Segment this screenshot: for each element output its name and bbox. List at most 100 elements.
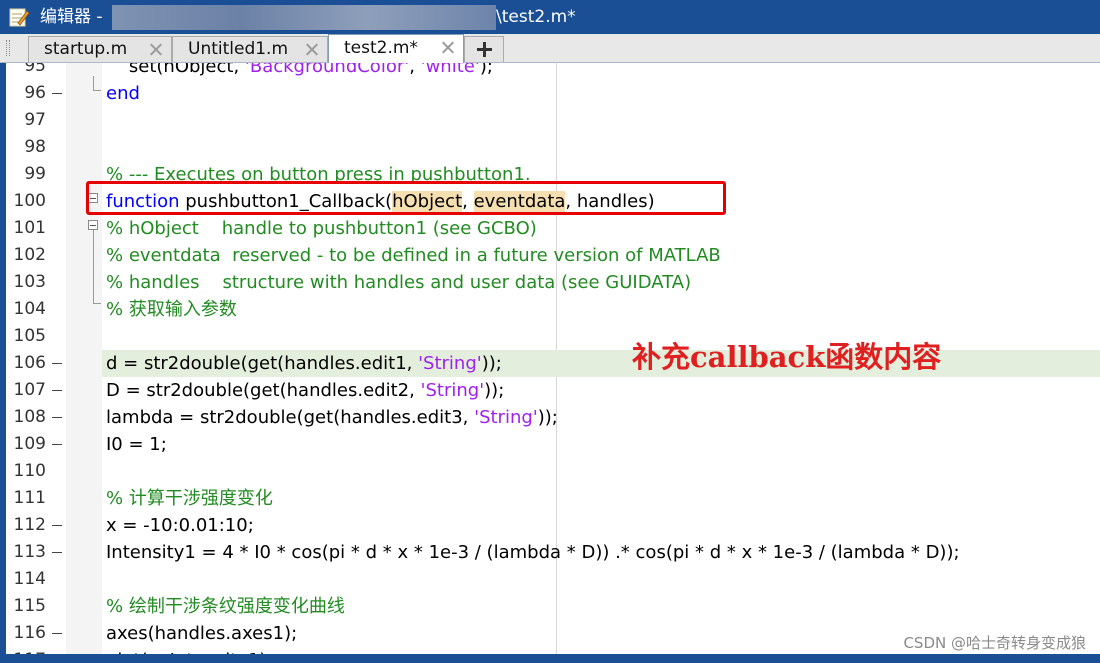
code-line[interactable]: 102 % eventdata reserved - to be defined … (0, 242, 1100, 269)
code-text[interactable]: % hObject handle to pushbutton1 (see GCB… (106, 215, 537, 242)
line-number: 101 (13, 218, 46, 238)
close-icon[interactable] (148, 42, 163, 57)
code-text[interactable]: end (106, 80, 140, 107)
code-string: 'String' (418, 353, 482, 374)
code-line[interactable]: 114 (0, 566, 1100, 593)
code-line[interactable]: 98 (0, 134, 1100, 161)
code-comment: % hObject handle to pushbutton1 (see GCB… (106, 218, 537, 239)
code-text[interactable]: % eventdata reserved - to be defined in … (106, 242, 721, 269)
code-keyword: end (106, 83, 140, 104)
code-text[interactable]: plot(x, Intensity1); (106, 647, 273, 654)
code-comment: % 获取输入参数 (106, 299, 237, 320)
line-number: 103 (13, 272, 46, 292)
editor-app-icon (9, 8, 30, 27)
code-text[interactable]: set(hObject, 'BackgroundColor', 'white')… (106, 63, 493, 80)
line-number: 107 (13, 380, 46, 400)
line-number: 100 (13, 191, 46, 211)
line-number: 98 (24, 137, 46, 157)
breakpoint-marker[interactable] (52, 363, 62, 364)
breakpoint-marker[interactable] (52, 390, 62, 391)
code-line[interactable]: 95 set(hObject, 'BackgroundColor', 'whit… (0, 63, 1100, 80)
line-number: 104 (13, 299, 46, 319)
line-number: 111 (13, 488, 46, 508)
bottom-border (0, 654, 1100, 663)
code-comment: % handles structure with handles and use… (106, 272, 692, 293)
code-line[interactable]: 112 x = -10:0.01:10; (0, 512, 1100, 539)
code-text[interactable]: % handles structure with handles and use… (106, 269, 691, 296)
code-text[interactable]: % 获取输入参数 (106, 296, 237, 323)
highlight-box (86, 181, 726, 215)
code-string: 'BackgroundColor' (244, 63, 410, 77)
code-text[interactable]: % 计算干涉强度变化 (106, 485, 273, 512)
code-token: )); (537, 407, 558, 428)
code-line[interactable]: 109 I0 = 1; (0, 431, 1100, 458)
code-line[interactable]: 111 % 计算干涉强度变化 (0, 485, 1100, 512)
code-comment: % eventdata reserved - to be defined in … (106, 245, 721, 266)
code-comment: % 绘制干涉条纹强度变化曲线 (106, 596, 345, 617)
line-number: 115 (13, 596, 46, 616)
code-token: d = str2double(get(handles.edit1, (106, 353, 419, 374)
code-line[interactable]: 107 D = str2double(get(handles.edit2, 'St… (0, 377, 1100, 404)
breakpoint-marker[interactable] (52, 633, 62, 634)
tab-label: test2.m* (344, 38, 418, 58)
breakpoint-marker[interactable] (52, 417, 62, 418)
window-file-title: \test2.m* (496, 7, 576, 27)
line-number: 109 (13, 434, 46, 454)
close-icon[interactable] (304, 42, 319, 57)
line-number: 96 (24, 83, 46, 103)
title-bar: 编辑器 - \test2.m* (0, 0, 1100, 34)
code-line[interactable]: 97 (0, 107, 1100, 134)
tab-test2[interactable]: test2.m* (328, 34, 464, 63)
breakpoint-marker[interactable] (52, 552, 62, 553)
code-text[interactable]: axes(handles.axes1); (106, 620, 297, 647)
code-token: lambda = str2double(get(handles.edit3, (106, 407, 475, 428)
code-line[interactable]: 101 % hObject handle to pushbutton1 (see … (0, 215, 1100, 242)
code-text[interactable]: I0 = 1; (106, 431, 167, 458)
code-token: , (409, 63, 421, 77)
tab-label: startup.m (44, 39, 128, 59)
line-number: 116 (13, 623, 46, 643)
close-icon[interactable] (440, 40, 455, 55)
new-tab-button[interactable] (464, 36, 504, 62)
code-line[interactable]: 104 % 获取输入参数 (0, 296, 1100, 323)
code-line[interactable]: 113 Intensity1 = 4 * I0 * cos(pi * d * x … (0, 539, 1100, 566)
code-line[interactable]: 103 % handles structure with handles and … (0, 269, 1100, 296)
code-text[interactable]: x = -10:0.01:10; (106, 512, 254, 539)
tabstrip-grip[interactable] (6, 40, 10, 56)
line-number: 110 (13, 461, 46, 481)
code-token: Intensity1 = 4 * I0 * cos(pi * d * x * 1… (106, 542, 960, 563)
code-token: )); (481, 353, 502, 374)
line-number: 113 (13, 542, 46, 562)
code-token: set(hObject, (106, 63, 245, 77)
code-line[interactable]: 96 end (0, 80, 1100, 107)
line-number: 97 (24, 110, 46, 130)
line-number: 105 (13, 326, 46, 346)
code-text[interactable]: d = str2double(get(handles.edit1, 'Strin… (106, 350, 502, 377)
line-number: 108 (13, 407, 46, 427)
line-number: 102 (13, 245, 46, 265)
code-line[interactable]: 108 lambda = str2double(get(handles.edit3… (0, 404, 1100, 431)
editor-tab-strip: startup.m Untitled1.m test2.m* (0, 34, 1100, 63)
code-token: ); (479, 63, 493, 77)
line-number: 114 (13, 569, 46, 589)
code-string: 'String' (474, 407, 538, 428)
window-title: 编辑器 - (40, 7, 103, 27)
code-editor[interactable]: 95 set(hObject, 'BackgroundColor', 'whit… (0, 63, 1100, 654)
line-number: 112 (13, 515, 46, 535)
breakpoint-marker[interactable] (52, 93, 62, 94)
code-text[interactable]: Intensity1 = 4 * I0 * cos(pi * d * x * 1… (106, 539, 960, 566)
redacted-path (112, 5, 496, 30)
code-text[interactable]: D = str2double(get(handles.edit2, 'Strin… (106, 377, 504, 404)
breakpoint-marker[interactable] (52, 525, 62, 526)
code-line[interactable]: 110 (0, 458, 1100, 485)
code-token: axes(handles.axes1); (106, 623, 298, 644)
code-text[interactable]: % 绘制干涉条纹强度变化曲线 (106, 593, 345, 620)
code-token: I0 = 1; (106, 434, 167, 455)
line-number: 95 (24, 63, 46, 76)
code-line[interactable]: 115 % 绘制干涉条纹强度变化曲线 (0, 593, 1100, 620)
code-text[interactable]: lambda = str2double(get(handles.edit3, '… (106, 404, 558, 431)
tab-startup[interactable]: startup.m (28, 36, 172, 62)
breakpoint-marker[interactable] (52, 444, 62, 445)
code-string: 'String' (420, 380, 485, 401)
tab-untitled1[interactable]: Untitled1.m (172, 36, 328, 62)
